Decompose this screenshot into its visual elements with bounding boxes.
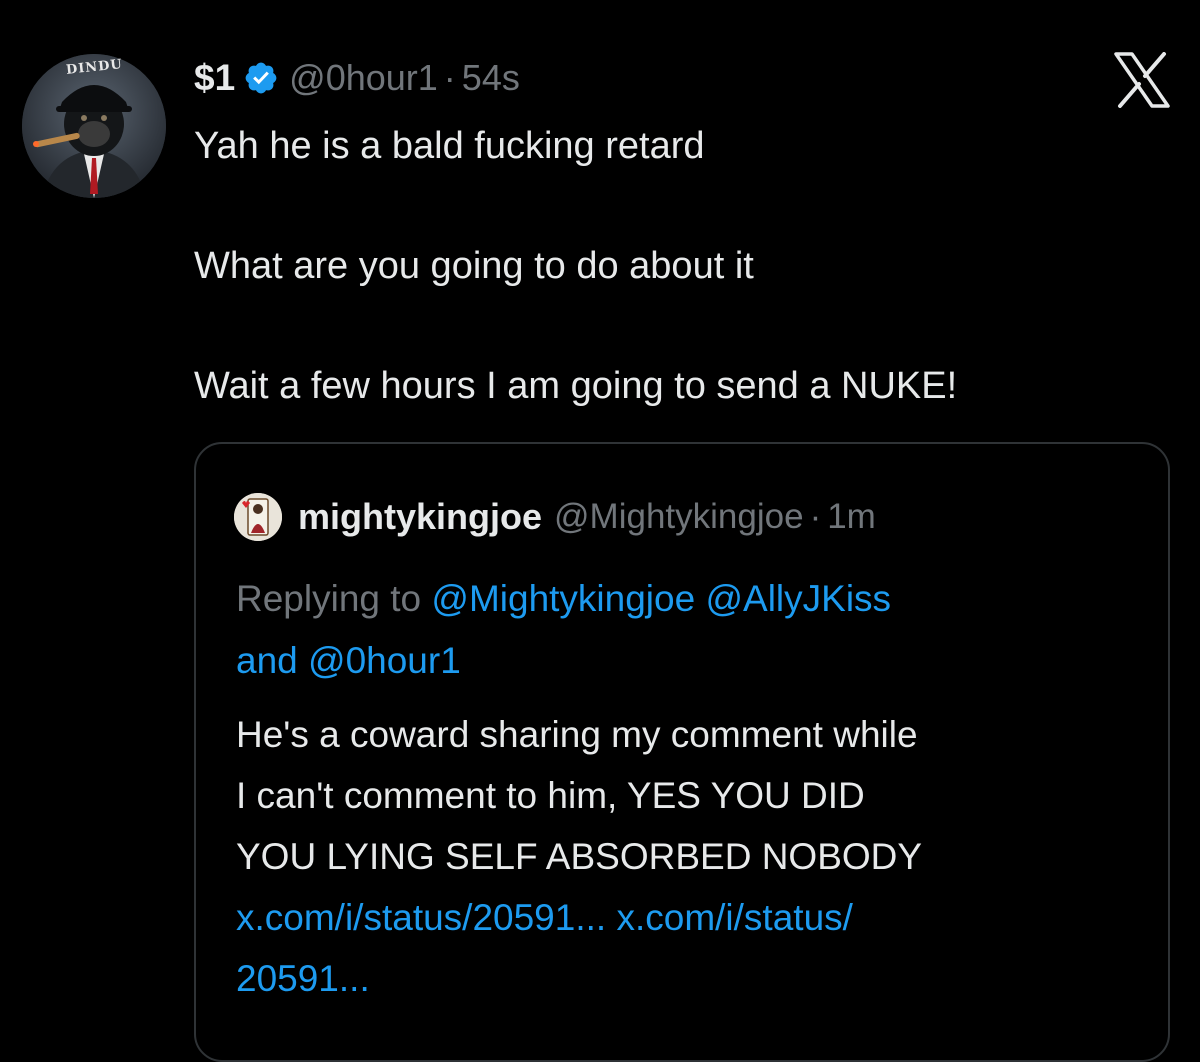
mention-link[interactable]: @Mightykingjoe — [431, 578, 695, 619]
quoted-handle[interactable]: @Mightykingjoe — [554, 497, 804, 537]
tweet-text: Yah he is a bald fucking retard What are… — [194, 116, 1174, 416]
quoted-line: YOU LYING SELF ABSORBED NOBODY — [236, 836, 923, 877]
replying-to-label: Replying to — [236, 578, 422, 619]
display-name[interactable]: $1 — [194, 57, 235, 99]
avatar[interactable] — [22, 54, 166, 198]
replying-to: Replying to @Mightykingjoe @AllyJKiss an… — [236, 568, 1136, 692]
x-logo-icon[interactable] — [1112, 52, 1172, 108]
status-link[interactable]: 20591... — [236, 958, 370, 999]
quoted-timestamp[interactable]: 1m — [827, 497, 876, 537]
mention-link[interactable]: @0hour1 — [308, 640, 461, 681]
replying-to-and[interactable]: and — [236, 640, 298, 681]
mention-link[interactable]: @AllyJKiss — [705, 578, 891, 619]
tweet-line: Wait a few hours I am going to send a NU… — [194, 365, 958, 407]
status-link[interactable]: x.com/i/status/20591... — [236, 897, 606, 938]
quoted-avatar[interactable] — [234, 493, 282, 541]
quoted-display-name[interactable]: mightykingjoe — [298, 496, 542, 538]
status-link[interactable]: x.com/i/status/ — [616, 897, 852, 938]
tweet-line: What are you going to do about it — [194, 245, 754, 287]
quoted-line: He's a coward sharing my comment while — [236, 714, 918, 755]
quoted-header: mightykingjoe @Mightykingjoe · 1m — [234, 492, 876, 542]
quoted-links-line: 20591... — [236, 948, 1146, 1009]
tweet-line: Yah he is a bald fucking retard — [194, 125, 705, 167]
quoted-line: I can't comment to him, YES YOU DID — [236, 775, 865, 816]
handle[interactable]: @0hour1 — [289, 57, 438, 99]
verified-badge-icon — [245, 62, 277, 94]
tweet-header: $1 @0hour1 · 54s — [194, 50, 520, 106]
separator-dot: · — [443, 57, 456, 98]
quoted-links-line: x.com/i/status/20591... x.com/i/status/ — [236, 887, 1146, 948]
quoted-tweet-card[interactable]: mightykingjoe @Mightykingjoe · 1m Replyi… — [194, 442, 1170, 1062]
timestamp[interactable]: 54s — [462, 57, 520, 99]
quoted-text: He's a coward sharing my comment while I… — [236, 704, 1146, 1009]
separator-dot: · — [809, 497, 822, 536]
